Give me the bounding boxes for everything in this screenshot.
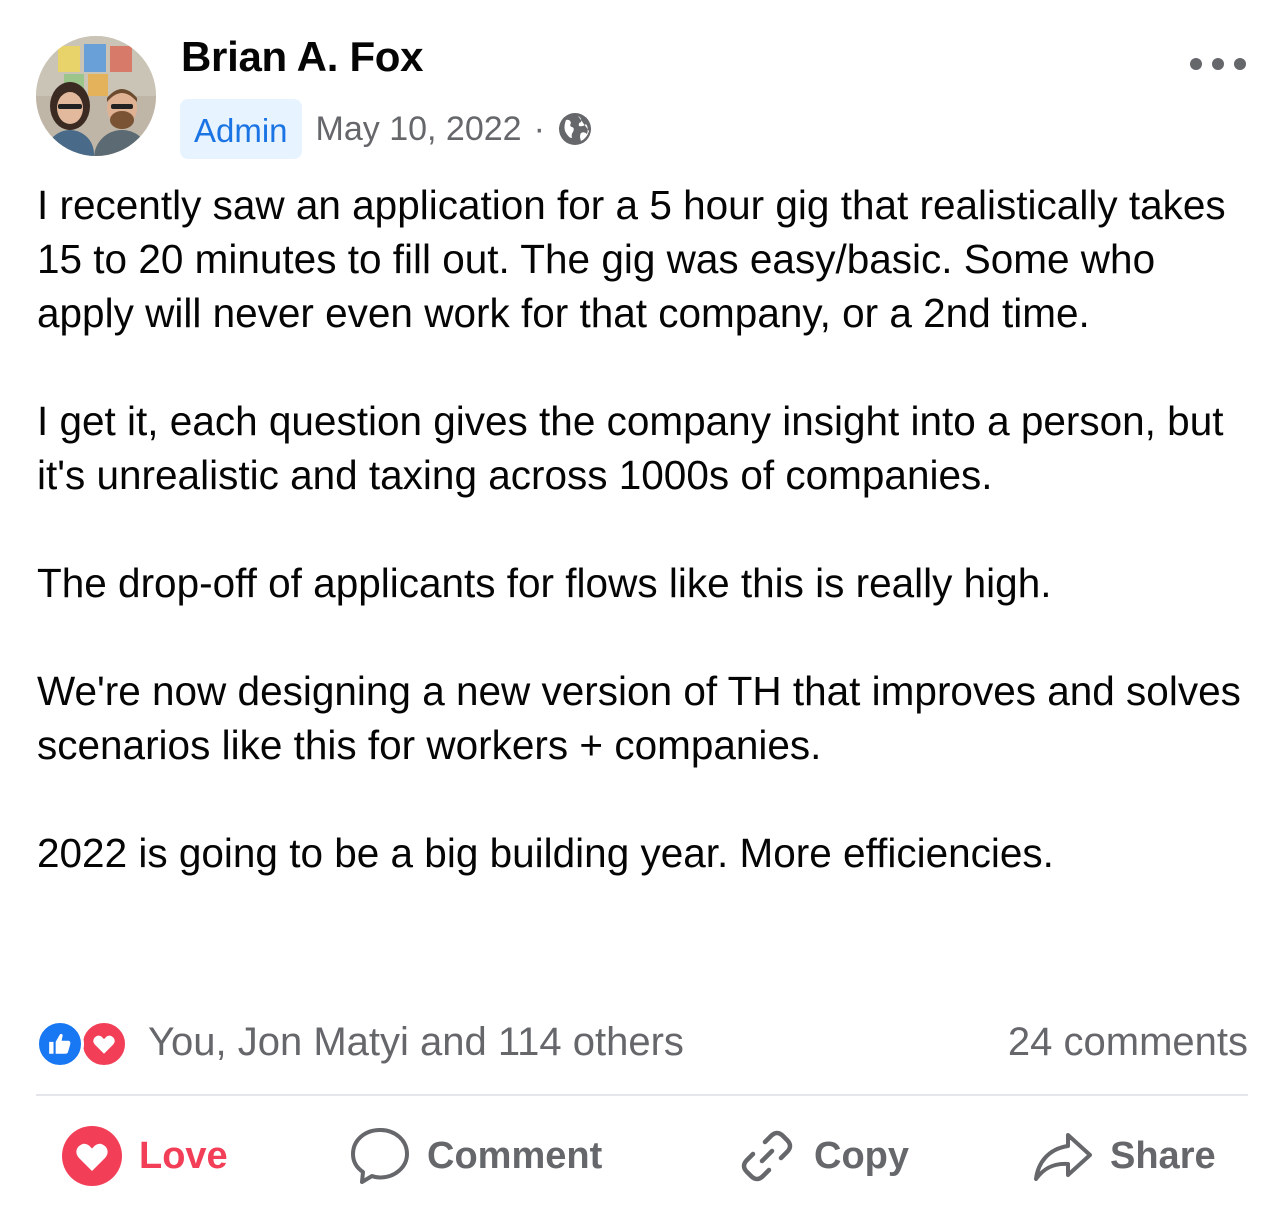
share-label: Share — [1110, 1134, 1216, 1177]
post-date[interactable]: May 10, 2022 — [316, 110, 522, 149]
more-horizontal-icon — [1190, 58, 1202, 70]
reaction-icons — [36, 1017, 136, 1068]
actions-row: Love Comment Copy Share — [36, 1120, 1248, 1192]
author-avatar[interactable] — [36, 36, 156, 156]
admin-badge: Admin — [180, 99, 302, 159]
comment-bubble-icon — [351, 1128, 409, 1184]
comments-count[interactable]: 24 comments — [1008, 1020, 1248, 1065]
meta-separator: · — [533, 109, 545, 148]
like-icon — [36, 1020, 84, 1068]
more-dot — [1234, 58, 1246, 70]
post-body: I recently saw an application for a 5 ho… — [37, 178, 1257, 880]
post-meta: Admin May 10, 2022 · — [180, 99, 593, 159]
post-paragraph: The drop-off of applicants for flows lik… — [37, 560, 1052, 606]
copy-button[interactable]: Copy — [736, 1120, 909, 1192]
reactions-row: You, Jon Matyi and 114 others 24 comment… — [36, 1012, 1248, 1072]
more-dot — [1212, 58, 1224, 70]
heart-icon — [62, 1126, 122, 1186]
post-paragraph: I get it, each question gives the compan… — [37, 398, 1224, 498]
globe-icon — [558, 113, 591, 145]
share-arrow-icon — [1034, 1133, 1092, 1181]
love-button[interactable]: Love — [61, 1120, 228, 1192]
author-name[interactable]: Brian A. Fox — [181, 33, 424, 81]
reactions-summary[interactable]: You, Jon Matyi and 114 others — [36, 1017, 684, 1068]
reactions-text: You, Jon Matyi and 114 others — [148, 1019, 684, 1064]
comment-button[interactable]: Comment — [349, 1120, 602, 1192]
share-button[interactable]: Share — [1032, 1120, 1216, 1192]
post-paragraph: We're now designing a new version of TH … — [37, 668, 1241, 768]
link-icon — [741, 1130, 793, 1182]
comment-label: Comment — [427, 1134, 603, 1177]
copy-label: Copy — [814, 1134, 909, 1177]
avatar-photo — [36, 36, 156, 156]
divider — [36, 1094, 1248, 1096]
love-icon — [80, 1020, 128, 1068]
love-label: Love — [139, 1134, 228, 1177]
more-options-button[interactable] — [1190, 50, 1246, 78]
post-paragraph: I recently saw an application for a 5 ho… — [37, 182, 1226, 336]
post-paragraph: 2022 is going to be a big building year.… — [37, 830, 1054, 876]
post-card: Brian A. Fox Admin May 10, 2022 · I rece… — [0, 0, 1284, 1211]
